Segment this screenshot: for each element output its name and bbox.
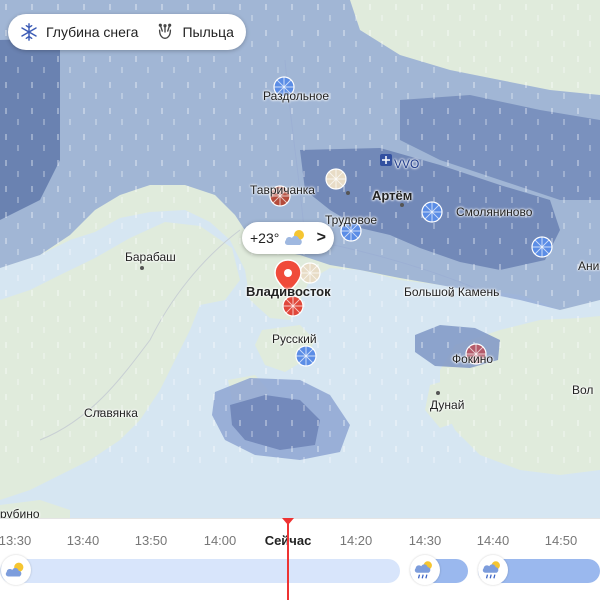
now-indicator-line[interactable] — [287, 520, 289, 600]
timeline[interactable]: 13:30 13:40 13:50 14:00 Сейчас 14:20 14:… — [0, 518, 600, 601]
place-label-tavrichanka: Тавричанка — [250, 183, 315, 197]
place-label-vvo: VVO — [394, 157, 420, 171]
place-label-barabash: Барабаш — [125, 250, 176, 264]
timeline-tick[interactable]: 14:50 — [545, 533, 578, 548]
timeline-tick[interactable]: 14:30 — [409, 533, 442, 548]
umbrella-icon — [299, 262, 321, 284]
place-label-slavyanka: Славянка — [84, 406, 138, 420]
chevron-right-icon: > — [316, 229, 326, 246]
rain-cloud-icon — [410, 555, 440, 585]
place-label-artem: Артём — [372, 188, 413, 203]
umbrella-icon — [325, 168, 347, 190]
umbrella-icon — [295, 345, 317, 367]
partly-cloudy-icon — [1, 555, 31, 585]
airport-icon — [380, 154, 392, 166]
pollen-label: Пыльца — [182, 24, 234, 40]
layer-toolbar: Глубина снега Пыльца — [8, 14, 246, 50]
map[interactable] — [0, 0, 600, 520]
place-label-vol: Вол — [572, 383, 594, 397]
place-label-razdolnoe: Раздольное — [263, 89, 330, 103]
umbrella-icon — [531, 236, 553, 258]
place-label-anis: Анис — [578, 259, 600, 273]
timeline-tick[interactable]: 13:30 — [0, 533, 31, 548]
place-label-russkiy: Русский — [272, 332, 317, 346]
current-temperature: +23° — [250, 230, 280, 246]
timeline-tick[interactable]: 14:40 — [477, 533, 510, 548]
umbrella-icon — [282, 295, 304, 317]
place-label-fokino: Фокино — [452, 352, 494, 366]
partly-cloudy-icon — [285, 230, 305, 245]
timeline-tick[interactable]: 13:50 — [135, 533, 168, 548]
pollen-icon — [159, 23, 172, 39]
rain-cloud-icon — [478, 555, 508, 585]
timeline-tick[interactable]: 14:00 — [204, 533, 237, 548]
snow-depth-layer-button[interactable]: Глубина снега — [20, 23, 138, 41]
timeline-tick[interactable]: 14:20 — [340, 533, 373, 548]
snow-depth-label: Глубина снега — [46, 24, 139, 40]
place-label-trudovoe: Трудовое — [325, 213, 378, 227]
timeline-track-light[interactable] — [0, 559, 400, 583]
place-label-dunay: Дунай — [430, 398, 465, 412]
pollen-layer-button[interactable]: Пыльца — [156, 23, 234, 41]
umbrella-icon — [421, 201, 443, 223]
place-label-vladivostok: Владивосток — [246, 284, 331, 299]
current-weather-popup[interactable]: +23° > — [242, 222, 334, 254]
snowflake-icon — [21, 23, 37, 41]
place-label-bolshoy-kamen: Большой Камень — [404, 285, 500, 299]
timeline-tick[interactable]: 13:40 — [67, 533, 100, 548]
place-label-smolyaninovo: Смоляниново — [456, 205, 533, 219]
